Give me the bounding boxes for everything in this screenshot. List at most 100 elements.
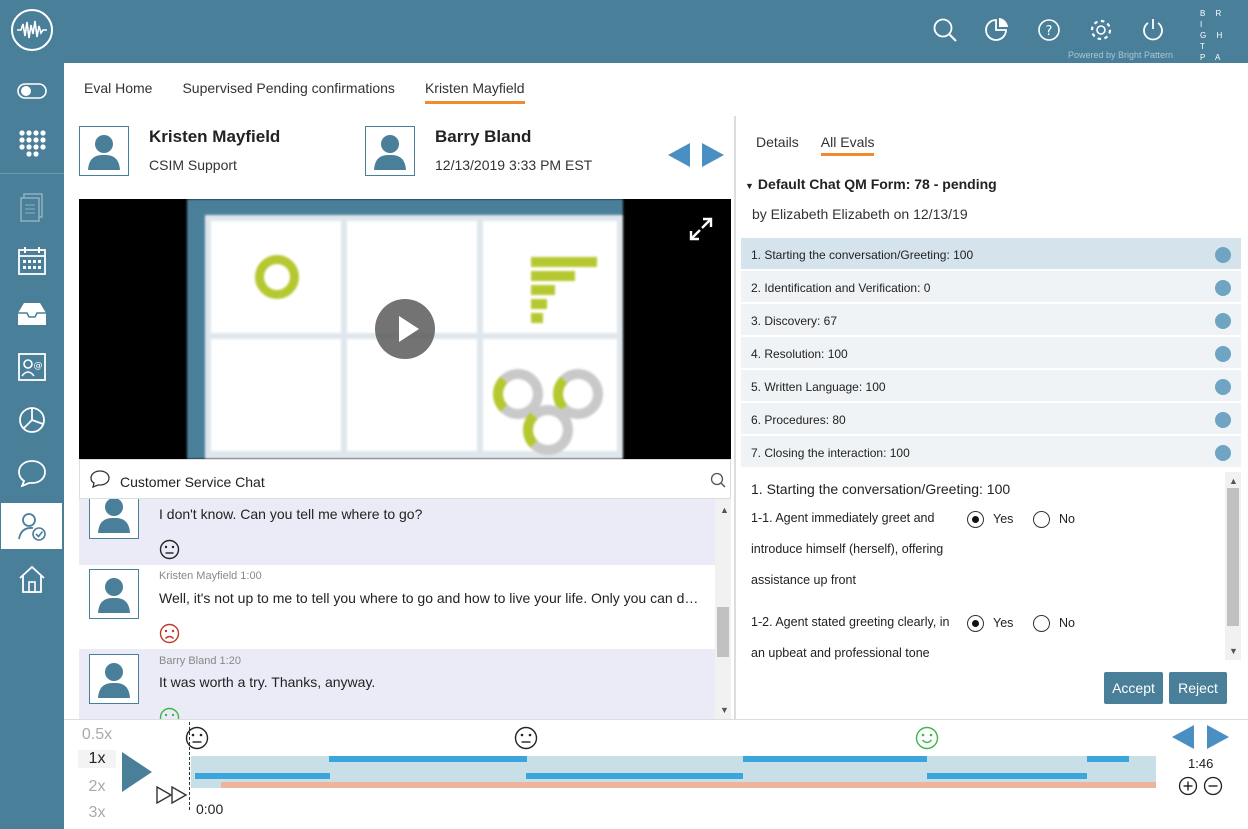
section-status-dot-icon <box>1215 280 1231 296</box>
chat-message-meta: Barry Bland 1:20 <box>159 655 241 667</box>
speed-option[interactable]: 0.5x <box>78 726 116 744</box>
eval-section-detail[interactable]: 1. Starting the conversation/Greeting: 1… <box>741 472 1241 660</box>
chat-search-icon[interactable] <box>710 472 726 488</box>
previous-arrow-icon[interactable] <box>668 143 690 167</box>
positive-sentiment-icon <box>159 707 180 719</box>
brand-wordmark: B R I G H T P A T - T E R N <box>1200 9 1227 95</box>
sidebar-item-documents[interactable] <box>0 185 64 231</box>
power-icon[interactable] <box>1138 14 1168 46</box>
sidebar-item-dashboard[interactable] <box>0 397 64 443</box>
eval-form-author: by Elizabeth Elizabeth on 12/13/19 <box>752 206 968 222</box>
eval-section-item[interactable]: 4. Resolution: 100 <box>741 337 1241 370</box>
speed-option[interactable]: 2x <box>78 778 116 796</box>
zoom-in-icon[interactable] <box>1178 776 1198 796</box>
scroll-up-icon[interactable]: ▲ <box>1229 476 1238 486</box>
chat-transcript[interactable]: I don't know. Can you tell me where to g… <box>79 499 715 719</box>
tab-details[interactable]: Details <box>756 134 799 156</box>
sidebar-item-contacts[interactable]: @ <box>0 344 64 390</box>
logo-icon[interactable] <box>11 9 53 51</box>
sidebar-item-calendar[interactable] <box>0 238 64 284</box>
timeline-segment-customer <box>195 773 330 779</box>
chat-message: Kristen Mayfield 1:00 Well, it's not up … <box>79 565 715 649</box>
screen-recording-video[interactable] <box>79 199 731 459</box>
section-status-dot-icon <box>1215 346 1231 362</box>
speed-option[interactable]: 3x <box>78 804 116 822</box>
sidebar: @ <box>0 63 64 829</box>
question-text: 1-2. Agent stated greeting clearly, in a… <box>751 615 950 660</box>
tab-agent-eval[interactable]: Kristen Mayfield <box>424 80 525 104</box>
timeline-segment-agent <box>1087 756 1129 762</box>
sidebar-item-dialpad[interactable] <box>0 120 64 166</box>
eval-sections-list: 1. Starting the conversation/Greeting: 1… <box>741 238 1241 469</box>
timeline-segment-customer <box>526 773 743 779</box>
eval-section-item[interactable]: 2. Identification and Verification: 0 <box>741 271 1241 304</box>
agent-team: CSIM Support <box>149 157 237 173</box>
settings-gear-icon[interactable] <box>1086 14 1116 46</box>
sidebar-item-home[interactable] <box>0 556 64 602</box>
agent-avatar <box>79 126 129 176</box>
fast-forward-icon[interactable] <box>156 786 188 804</box>
negative-sentiment-icon <box>159 623 180 644</box>
sidebar-item-quality-management[interactable] <box>1 503 62 549</box>
eval-section-item[interactable]: 7. Closing the interaction: 100 <box>741 436 1241 469</box>
eval-section-item[interactable]: 3. Discovery: 67 <box>741 304 1241 337</box>
detail-scrollbar[interactable]: ▲ ▼ <box>1225 472 1241 660</box>
scroll-up-icon[interactable]: ▲ <box>720 505 729 515</box>
eval-form-title[interactable]: ▼ Default Chat QM Form: 78 - pending <box>745 176 997 192</box>
sidebar-item-inbox[interactable] <box>0 291 64 337</box>
section-status-dot-icon <box>1215 412 1231 428</box>
radio-yes-label: Yes <box>993 512 1014 526</box>
radio-no[interactable] <box>1033 511 1050 528</box>
accept-button[interactable]: Accept <box>1104 672 1163 704</box>
play-icon <box>399 316 419 342</box>
help-icon[interactable]: ? <box>1034 14 1064 46</box>
section-status-dot-icon <box>1215 313 1231 329</box>
timeline-progress-track[interactable] <box>221 782 1156 788</box>
chat-title: Customer Service Chat <box>120 474 265 490</box>
radio-yes[interactable] <box>967 615 984 632</box>
current-time: 0:00 <box>196 801 224 817</box>
collapse-triangle-icon[interactable]: ▼ <box>745 181 754 191</box>
reject-button[interactable]: Reject <box>1169 672 1227 704</box>
fullscreen-icon[interactable] <box>689 217 713 241</box>
next-arrow-icon[interactable] <box>702 143 724 167</box>
svg-text:@: @ <box>34 361 43 371</box>
detail-scrollbar-thumb[interactable] <box>1227 488 1239 626</box>
agent-name: Kristen Mayfield <box>149 127 281 146</box>
eval-section-item[interactable]: 6. Procedures: 80 <box>741 403 1241 436</box>
tab-eval-home[interactable]: Eval Home <box>84 80 152 104</box>
customer-message-avatar <box>89 654 139 704</box>
chat-scrollbar-thumb[interactable] <box>717 607 729 657</box>
video-play-button[interactable] <box>375 299 435 359</box>
next-segment-arrow-icon[interactable] <box>1207 725 1229 749</box>
play-icon[interactable] <box>122 752 152 792</box>
radio-yes-label: Yes <box>993 616 1014 630</box>
section-detail-title: 1. Starting the conversation/Greeting: 1… <box>751 481 1011 497</box>
eval-section-item[interactable]: 1. Starting the conversation/Greeting: 1… <box>741 238 1241 271</box>
search-icon[interactable] <box>930 14 960 46</box>
panel-divider[interactable] <box>734 116 736 719</box>
scroll-down-icon[interactable]: ▼ <box>720 705 729 715</box>
customer-avatar <box>365 126 415 176</box>
interaction-datetime: 12/13/2019 3:33 PM EST <box>435 157 593 173</box>
speed-option-selected[interactable]: 1x <box>78 750 116 768</box>
tab-supervised-pending[interactable]: Supervised Pending confirmations <box>182 80 394 104</box>
neutral-sentiment-marker-icon[interactable] <box>185 726 209 750</box>
chat-message: Barry Bland 1:20 It was worth a try. Tha… <box>79 649 715 719</box>
radio-yes[interactable] <box>967 511 984 528</box>
svg-text:?: ? <box>1046 24 1053 39</box>
neutral-sentiment-marker-icon[interactable] <box>514 726 538 750</box>
positive-sentiment-marker-icon[interactable] <box>915 726 939 750</box>
scroll-down-icon[interactable]: ▼ <box>1229 646 1238 656</box>
previous-segment-arrow-icon[interactable] <box>1172 725 1194 749</box>
chat-scrollbar[interactable]: ▲ ▼ <box>715 499 731 719</box>
radio-no[interactable] <box>1033 615 1050 632</box>
zoom-out-icon[interactable] <box>1203 776 1223 796</box>
sidebar-item-status-toggle[interactable] <box>0 68 64 114</box>
reports-icon[interactable] <box>982 14 1012 46</box>
eval-section-item[interactable]: 5. Written Language: 100 <box>741 370 1241 403</box>
agent-message-avatar <box>89 569 139 619</box>
tab-all-evals[interactable]: All Evals <box>820 134 875 156</box>
sidebar-item-chat[interactable] <box>0 450 64 496</box>
customer-message-avatar <box>89 499 139 539</box>
